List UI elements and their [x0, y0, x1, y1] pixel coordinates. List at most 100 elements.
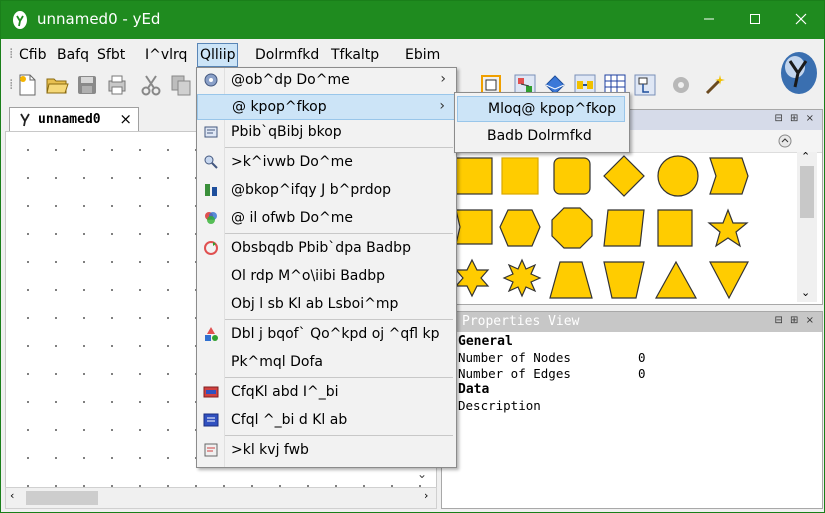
- yed-doc-icon: [20, 113, 30, 127]
- menu-item-6[interactable]: Obsbqdb Pbib`dpa Badbp: [197, 236, 456, 262]
- palette-scrollbar-thumb[interactable]: [800, 166, 814, 218]
- cut-icon[interactable]: [139, 73, 163, 97]
- shape-trapezoid-inverted: [603, 261, 645, 299]
- menu-item-8[interactable]: Obj l sb Kl ab Lsboi^mp: [197, 292, 456, 318]
- shape-circle: [657, 155, 699, 197]
- select-icon: [204, 126, 218, 138]
- menu-help[interactable]: Ebim: [403, 45, 442, 65]
- settings-gear-icon[interactable]: [669, 73, 693, 97]
- tools-dropdown-menu: @ob^dp Do^me › @ kpop^fkop › Pbib`qBibj …: [196, 67, 457, 468]
- shape-diamond: [603, 155, 645, 197]
- menu-layout[interactable]: I^vlrq: [143, 45, 189, 65]
- shape-star5: [707, 208, 749, 248]
- maximize-button[interactable]: [732, 1, 778, 39]
- properties-panel: Properties View ⊟ ⊞ × General Number of …: [441, 311, 823, 509]
- tab-close-icon[interactable]: ×: [119, 110, 132, 128]
- properties-title: Properties View: [462, 314, 580, 329]
- menu-item-label: Cfql ^_bi d Kl ab: [231, 412, 348, 428]
- shape-trapezoid: [549, 261, 593, 299]
- shape-star6: [454, 258, 490, 298]
- properties-header-buttons[interactable]: ⊟ ⊞ ×: [775, 315, 817, 326]
- menu-item-label: @bkop^ifqy J b^prdop: [231, 182, 392, 198]
- menu-item-label: Obj l sb Kl ab Lsboi^mp: [231, 296, 399, 312]
- menu-item-label: >kl kvj fwb: [231, 442, 309, 458]
- menu-separator: [225, 377, 453, 378]
- measure-icon: [205, 184, 217, 196]
- tab-label: unnamed0: [38, 112, 101, 127]
- submenu-arrow-icon: ›: [439, 98, 445, 114]
- menu-item-label: @ kpop^fkop: [232, 99, 327, 115]
- menu-item-label: @ob^dp Do^me: [231, 72, 350, 88]
- menu-item-10[interactable]: Pk^mql Dofa: [197, 350, 456, 376]
- gear-icon: [204, 73, 218, 87]
- save-icon[interactable]: [75, 73, 99, 97]
- color-icon: [205, 212, 217, 224]
- print-icon[interactable]: [105, 73, 129, 97]
- menu-edit[interactable]: Bafq: [55, 45, 91, 65]
- submenu-arrow-icon: ›: [440, 71, 446, 87]
- property-key: Number of Edges: [458, 366, 571, 381]
- submenu-item-0[interactable]: Mloq@ kpop^fkop: [457, 96, 625, 122]
- scroll-right-icon[interactable]: ›: [424, 489, 428, 502]
- copy-icon[interactable]: [169, 73, 193, 97]
- menu-item-label: Pk^mql Dofa: [231, 354, 323, 370]
- yed-brand-logo-icon: [781, 52, 817, 94]
- scroll-left-icon[interactable]: ‹: [10, 489, 14, 502]
- menu-item-label: Pbib`qBibj bkop: [231, 124, 342, 140]
- magic-wand-icon[interactable]: [703, 73, 727, 97]
- menu-tools-label: Qlli: [200, 47, 223, 63]
- analyze-icon: [204, 155, 218, 169]
- menu-tools[interactable]: Qlliip: [197, 43, 239, 67]
- yed-logo-icon: [13, 11, 27, 29]
- canvas-horizontal-scrollbar[interactable]: ‹ ›: [5, 487, 437, 509]
- chevron-up-icon[interactable]: [778, 134, 792, 148]
- palette-scroll-up-icon[interactable]: ⌃: [801, 150, 810, 163]
- submenu-item-1[interactable]: Badb Dolrmfkd: [457, 124, 625, 150]
- open-folder-icon[interactable]: [45, 73, 69, 97]
- port-tool-icon[interactable]: [633, 73, 657, 97]
- section-general-label: General: [458, 334, 513, 349]
- shape-fatarrow: [455, 209, 493, 245]
- menu-separator: [225, 147, 453, 148]
- menu-item-5[interactable]: @ il ofwb Do^me: [197, 206, 456, 232]
- shape-octagon: [551, 207, 593, 249]
- menu-item-label: Ol rdp M^o\iibi Badbp: [231, 268, 386, 284]
- menu-file[interactable]: Cfib: [17, 45, 48, 65]
- scroll-down-icon[interactable]: ⌄: [417, 467, 427, 481]
- fit-node-icon: [203, 413, 219, 427]
- property-value[interactable]: 0: [638, 350, 646, 366]
- menu-item-0[interactable]: @ob^dp Do^me ›: [197, 68, 456, 94]
- menu-tools-suffix: ip: [222, 47, 236, 63]
- menu-item-11[interactable]: CfqKl abd I^_bi: [197, 380, 456, 406]
- close-button[interactable]: [778, 1, 824, 39]
- property-value[interactable]: 0: [638, 366, 646, 382]
- minimize-button[interactable]: [686, 1, 732, 39]
- menu-bar: ⁞ Cfib Bafq Sfbt I^vlrq Qlliip Dolrmfkd …: [1, 41, 824, 67]
- transform-icon: [205, 327, 218, 341]
- menu-item-3[interactable]: >k^ivwb Do^me: [197, 150, 456, 176]
- menu-item-2[interactable]: Pbib`qBibj bkop: [197, 120, 456, 146]
- menu-item-1[interactable]: @ kpop^fkop ›: [197, 94, 456, 120]
- properties-header: Properties View ⊟ ⊞ ×: [442, 312, 822, 332]
- shape-hexagon: [499, 209, 541, 247]
- menu-windows[interactable]: Tfkaltp: [329, 45, 381, 65]
- scrollbar-thumb[interactable]: [26, 491, 98, 505]
- fit-label-icon: [203, 386, 219, 398]
- maximize-icon: [750, 14, 760, 24]
- menu-item-13[interactable]: >kl kvj fwb: [197, 438, 456, 464]
- tab-unnamed0[interactable]: unnamed0 ×: [9, 107, 139, 132]
- new-document-icon[interactable]: [15, 73, 39, 97]
- palette-header-buttons[interactable]: ⊟ ⊞ ×: [775, 113, 817, 124]
- submenu-item-label: Mloq@ kpop^fkop: [488, 101, 617, 117]
- menu-item-12[interactable]: Cfql ^_bi d Kl ab: [197, 408, 456, 434]
- menu-item-7[interactable]: Ol rdp M^o\iibi Badbp: [197, 264, 456, 290]
- palette-scroll-down-icon[interactable]: ⌄: [801, 286, 810, 299]
- menu-view[interactable]: Sfbt: [95, 45, 127, 65]
- shape-parallelogram: [603, 209, 645, 247]
- palette-vertical-scrollbar[interactable]: ⌃ ⌄: [797, 150, 817, 302]
- menu-item-4[interactable]: @bkop^ifqy J b^prdop: [197, 178, 456, 204]
- menu-grouping[interactable]: Dolrmfkd: [253, 45, 321, 65]
- menu-item-9[interactable]: Dbl j bqof` Qo^kpd oj ^qfl kp: [197, 322, 456, 348]
- menu-separator: [225, 319, 453, 320]
- menu-separator: [225, 233, 453, 234]
